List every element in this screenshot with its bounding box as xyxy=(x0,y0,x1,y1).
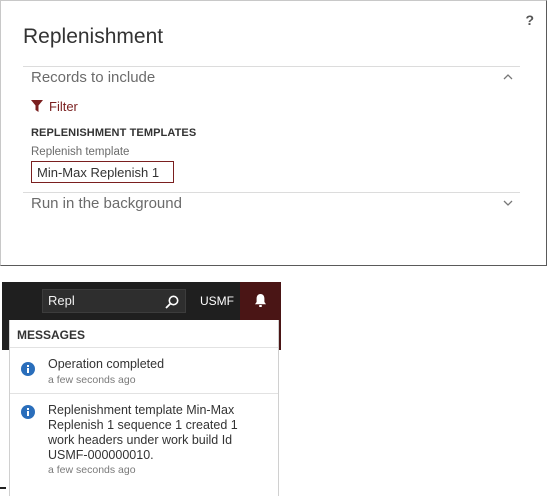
notifications-button[interactable] xyxy=(240,282,281,320)
message-item[interactable]: Operation completed a few seconds ago xyxy=(10,347,278,393)
filter-funnel-icon xyxy=(31,100,43,112)
search-icon[interactable] xyxy=(165,295,179,309)
group-title: REPLENISHMENT TEMPLATES xyxy=(31,127,197,139)
messages-title: MESSAGES xyxy=(17,328,86,342)
message-item[interactable]: Replenishment template Min-Max Replenish… xyxy=(10,393,278,496)
run-in-background-section[interactable]: Run in the background xyxy=(23,192,520,216)
search-input[interactable]: Repl xyxy=(48,293,75,308)
records-to-include-label: Records to include xyxy=(31,69,156,86)
message-time: a few seconds ago xyxy=(48,374,136,386)
info-icon xyxy=(21,362,35,376)
filter-button[interactable]: Filter xyxy=(31,97,78,115)
chevron-down-icon xyxy=(503,200,513,206)
screen-edge-mark xyxy=(0,487,6,489)
messages-panel: MESSAGES Operation completed a few secon… xyxy=(9,320,279,496)
message-time: a few seconds ago xyxy=(48,464,136,476)
replenish-template-input[interactable] xyxy=(31,161,174,183)
filter-label: Filter xyxy=(49,98,78,114)
info-icon xyxy=(21,405,35,419)
message-text: Replenishment template Min-Max Replenish… xyxy=(48,403,238,462)
run-in-background-label: Run in the background xyxy=(31,195,182,212)
records-to-include-section[interactable]: Records to include xyxy=(23,66,520,90)
bell-icon xyxy=(255,294,266,307)
help-button[interactable]: ? xyxy=(525,12,534,28)
chevron-up-icon xyxy=(503,74,513,80)
message-text: Operation completed xyxy=(48,357,165,371)
replenish-template-label: Replenish template xyxy=(31,146,130,158)
company-picker[interactable]: USMF xyxy=(200,294,234,308)
replenishment-dialog: ? Replenishment Records to include Filte… xyxy=(0,0,547,266)
search-box[interactable]: Repl xyxy=(42,289,186,313)
dialog-title: Replenishment xyxy=(23,25,164,48)
top-navbar: Repl USMF xyxy=(2,282,281,320)
